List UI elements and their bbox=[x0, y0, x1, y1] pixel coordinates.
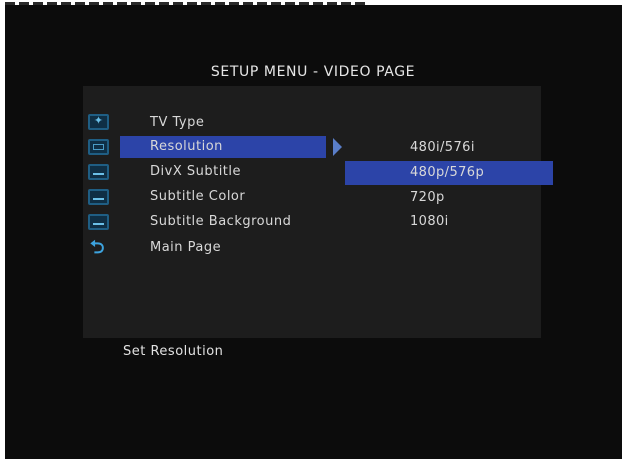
subtitle-icon bbox=[88, 164, 109, 180]
menu-item-subtitle-color[interactable]: Subtitle Color bbox=[150, 189, 245, 204]
option-480i-576i[interactable]: 480i/576i bbox=[410, 140, 475, 155]
menu-item-resolution[interactable]: Resolution bbox=[150, 139, 223, 154]
menu-item-tv-type[interactable]: TV Type bbox=[150, 115, 204, 130]
option-1080i[interactable]: 1080i bbox=[410, 214, 449, 229]
resolution-icon bbox=[88, 139, 109, 155]
tv-type-icon: ✦ bbox=[88, 114, 109, 130]
menu-item-subtitle-background[interactable]: Subtitle Background bbox=[150, 214, 291, 229]
menu-item-main-page[interactable]: Main Page bbox=[150, 240, 221, 255]
submenu-arrow-icon bbox=[333, 138, 342, 156]
status-text: Set Resolution bbox=[123, 344, 224, 359]
subtitle-background-icon bbox=[88, 214, 109, 230]
option-720p[interactable]: 720p bbox=[410, 190, 445, 205]
option-480p-576p[interactable]: 480p/576p bbox=[410, 165, 484, 180]
menu-item-divx-subtitle[interactable]: DivX Subtitle bbox=[150, 164, 241, 179]
subtitle-color-icon bbox=[88, 189, 109, 205]
page-title: SETUP MENU - VIDEO PAGE bbox=[210, 64, 416, 80]
back-arrow-icon: ⮌ bbox=[90, 237, 105, 258]
